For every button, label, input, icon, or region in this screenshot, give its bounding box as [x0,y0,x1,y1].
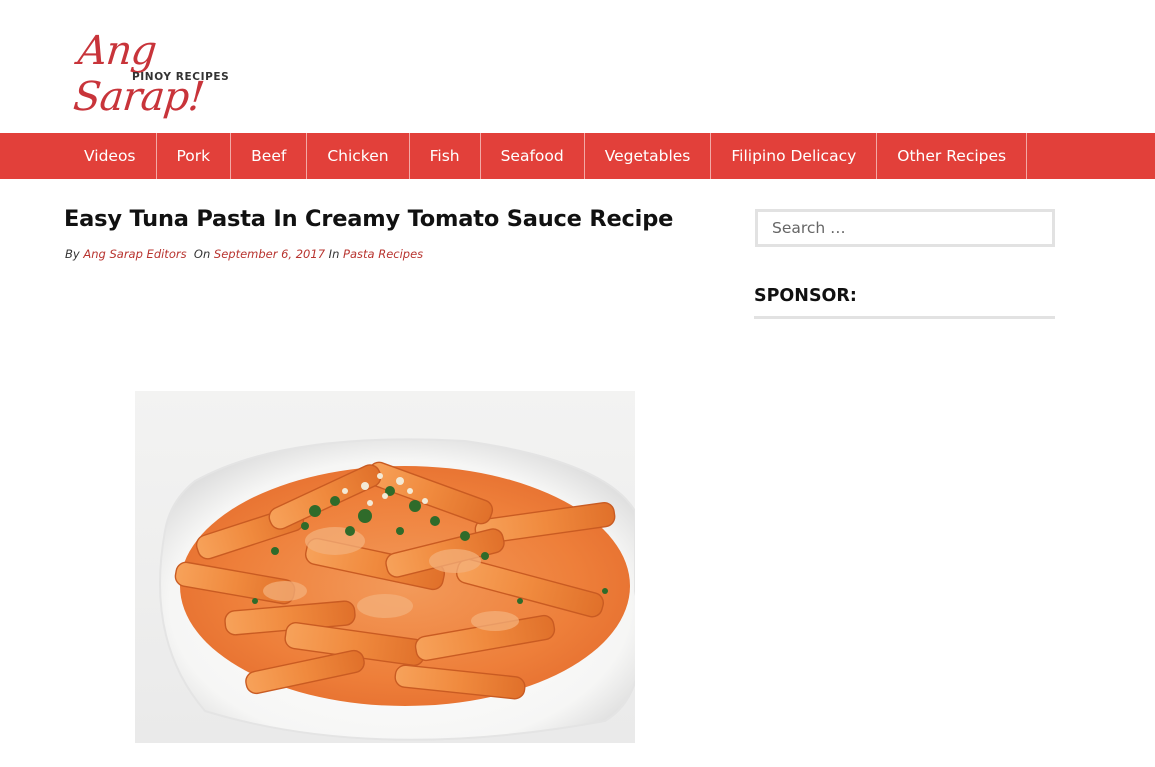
nav-item-other-recipes[interactable]: Other Recipes [876,133,1028,179]
nav-item-fish[interactable]: Fish [408,133,480,179]
main-navigation: Videos Pork Beef Chicken Fish Seafood Ve… [0,133,1155,179]
sponsor-widget-title: SPONSOR: [754,286,1055,319]
pasta-illustration [159,438,635,741]
post-title: Easy Tuna Pasta In Creamy Tomato Sauce R… [64,206,674,232]
nav-item-filipino-delicacy[interactable]: Filipino Delicacy [710,133,876,179]
author-link[interactable]: Ang Sarap Editors [83,247,186,261]
logo-subtitle: PINOY RECIPES [132,71,230,83]
post-meta: By Ang Sarap Editors On September 6, 201… [65,247,423,261]
nav-item-videos[interactable]: Videos [64,133,156,179]
nav-item-beef[interactable]: Beef [230,133,306,179]
nav-item-vegetables[interactable]: Vegetables [583,133,711,179]
nav-item-seafood[interactable]: Seafood [479,133,584,179]
recipe-image [135,391,635,743]
nav-item-chicken[interactable]: Chicken [306,133,408,179]
meta-in-label: In [328,247,340,261]
nav-list: Videos Pork Beef Chicken Fish Seafood Ve… [0,133,1155,179]
site-logo[interactable]: Ang Sarap! PINOY RECIPES [71,28,291,120]
date-link[interactable]: September 6, 2017 [214,247,325,261]
category-link[interactable]: Pasta Recipes [343,247,423,261]
meta-on-label: On [193,247,211,261]
meta-by-label: By [65,247,80,261]
nav-item-pork[interactable]: Pork [155,133,231,179]
search-input[interactable] [755,209,1055,247]
